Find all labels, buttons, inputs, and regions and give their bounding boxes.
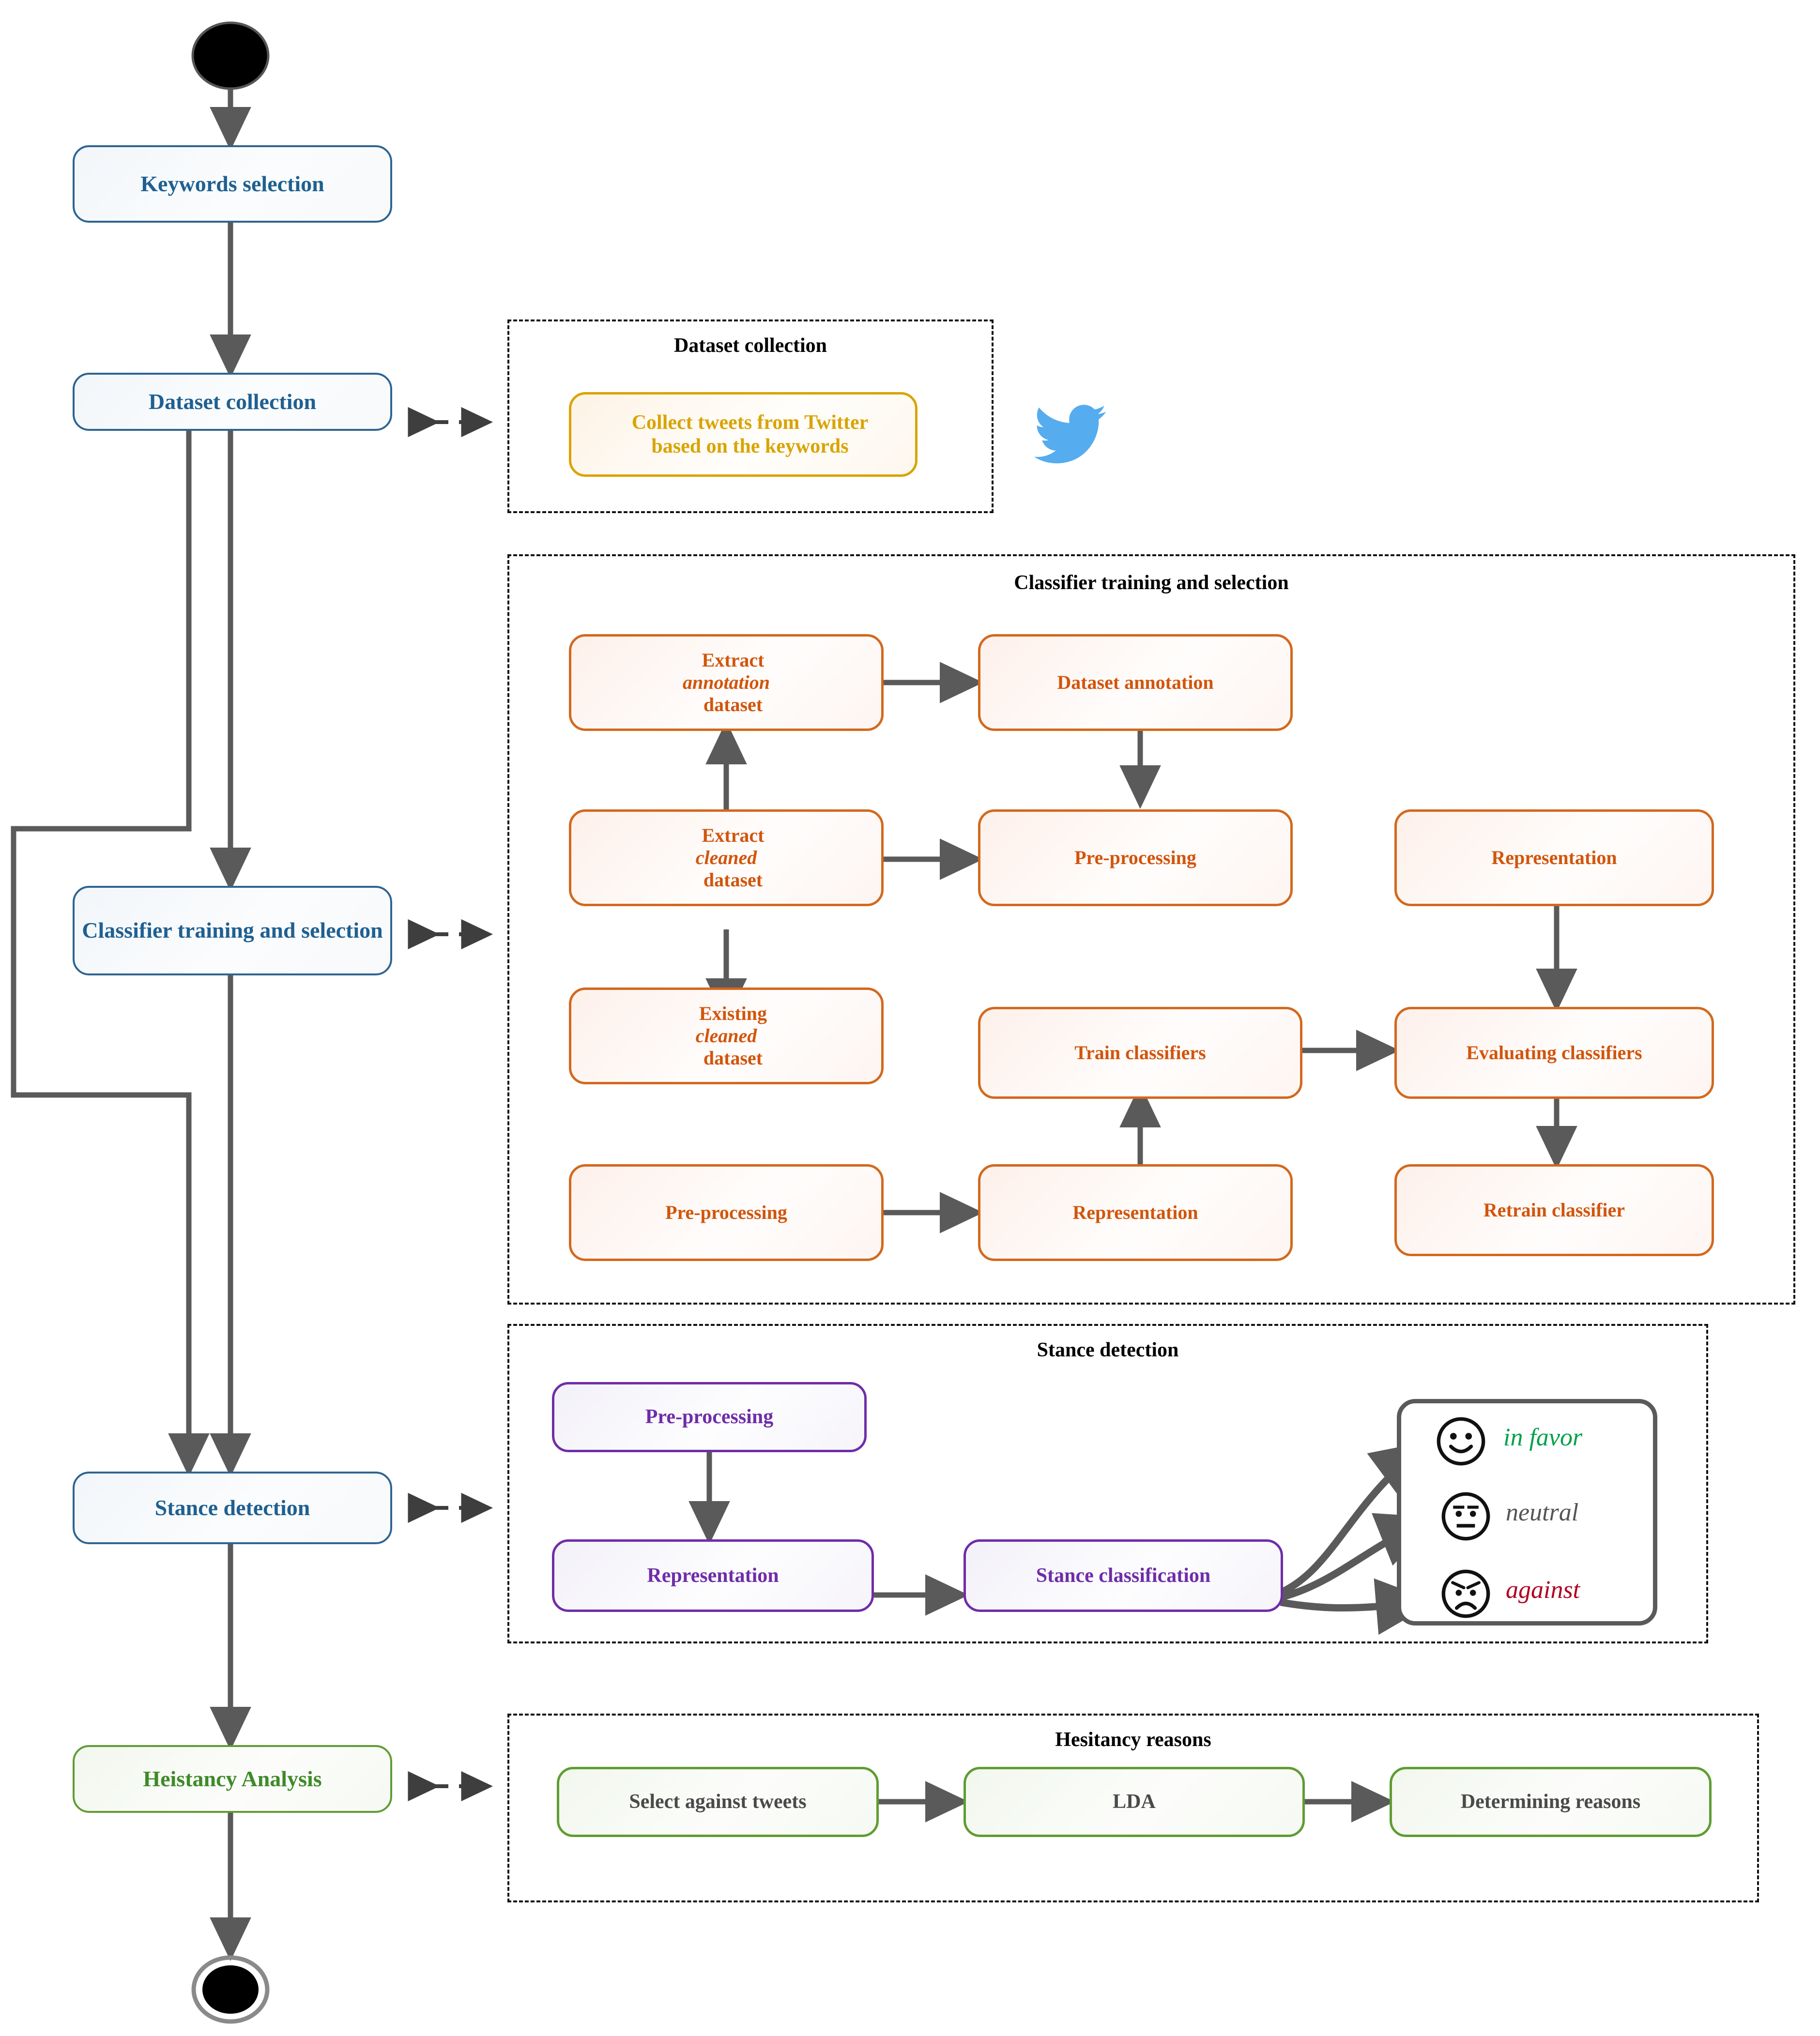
twitter-bird-icon (1034, 405, 1106, 464)
node-select-against-tweets[interactable]: Select against tweets (557, 1767, 879, 1837)
node-lda[interactable]: LDA (964, 1767, 1305, 1837)
panel-stance-detection-title: Stance detection (1037, 1339, 1179, 1361)
node-retrain-classifier[interactable]: Retrain classifier (1394, 1164, 1714, 1256)
node-determining-reasons-label: Determining reasons (1460, 1791, 1641, 1813)
node-lda-label: LDA (1113, 1791, 1156, 1813)
activity-dataset-collection[interactable]: Dataset collection (73, 373, 392, 431)
node-pre-processing-bottom[interactable]: Pre-processing (569, 1164, 884, 1261)
outcome-label-in-favor: in favor (1503, 1424, 1583, 1451)
node-representation-top[interactable]: Representation (1394, 809, 1714, 906)
node-extract-cleaned-post: dataset (703, 869, 763, 891)
node-extract-cleaned-dataset[interactable]: Extract cleaned dataset (569, 809, 884, 906)
final-state-node (202, 1965, 259, 2014)
activity-classifier-training-and-selection[interactable]: Classifier training and selection (73, 886, 392, 975)
activity-heistancy-analysis[interactable]: Heistancy Analysis (73, 1745, 392, 1813)
node-train-classifiers-label: Train classifiers (1074, 1042, 1206, 1064)
node-dataset-annotation-label: Dataset annotation (1057, 671, 1214, 693)
activity-stance-detection[interactable]: Stance detection (73, 1472, 392, 1544)
node-pre-processing-top[interactable]: Pre-processing (978, 809, 1293, 906)
initial-state-node (191, 21, 270, 90)
frowning-face-icon (1441, 1569, 1490, 1618)
panel-classifier-training-title: Classifier training and selection (1014, 572, 1289, 594)
node-stance-representation[interactable]: Representation (552, 1539, 874, 1612)
node-extract-cleaned-prefix: Extract (702, 824, 765, 846)
node-retrain-classifier-label: Retrain classifier (1483, 1199, 1625, 1221)
neutral-face-icon (1441, 1492, 1490, 1541)
node-stance-pre-processing-label: Pre-processing (645, 1406, 774, 1428)
node-pre-processing-bottom-label: Pre-processing (665, 1201, 787, 1223)
node-collect-tweets-line2: based on the keywords (651, 435, 849, 457)
node-existing-cleaned-post: dataset (703, 1047, 763, 1069)
node-collect-tweets-line1: Collect tweets from Twitter (631, 411, 869, 434)
node-extract-cleaned-emph: cleaned (695, 847, 757, 868)
node-evaluating-classifiers-label: Evaluating classifiers (1466, 1042, 1642, 1064)
node-dataset-annotation[interactable]: Dataset annotation (978, 634, 1293, 731)
node-stance-representation-label: Representation (647, 1564, 779, 1587)
node-representation-top-label: Representation (1491, 847, 1617, 868)
activity-dataset-collection-label: Dataset collection (148, 389, 317, 414)
activity-keywords-selection[interactable]: Keywords selection (73, 145, 392, 223)
node-existing-cleaned-prefix: Existing (699, 1003, 767, 1024)
activity-classifier-training-label: Classifier training and selection (82, 918, 383, 943)
panel-dataset-collection-title: Dataset collection (673, 334, 827, 357)
node-stance-classification-label: Stance classification (1036, 1564, 1211, 1587)
node-extract-annotation-dataset[interactable]: Extract annotation dataset (569, 634, 884, 731)
node-existing-cleaned-emph: cleaned (695, 1025, 757, 1047)
panel-hesitancy-reasons-title: Hesitancy reasons (1055, 1729, 1211, 1751)
activity-heistancy-analysis-label: Heistancy Analysis (143, 1766, 322, 1791)
node-extract-annotation-line2: dataset (703, 694, 763, 715)
node-evaluating-classifiers[interactable]: Evaluating classifiers (1394, 1007, 1714, 1099)
activity-diagram-canvas: Keywords selection Dataset collection Cl… (0, 0, 1820, 2036)
node-existing-cleaned-dataset[interactable]: Existing cleaned dataset (569, 988, 884, 1084)
outcome-label-against: against (1506, 1576, 1580, 1604)
activity-keywords-selection-label: Keywords selection (140, 171, 324, 196)
node-extract-annotation-prefix: Extract (702, 649, 765, 671)
node-representation-bottom[interactable]: Representation (978, 1164, 1293, 1261)
node-stance-classification[interactable]: Stance classification (964, 1539, 1283, 1612)
node-train-classifiers[interactable]: Train classifiers (978, 1007, 1302, 1099)
node-representation-bottom-label: Representation (1072, 1201, 1198, 1223)
node-stance-pre-processing[interactable]: Pre-processing (552, 1382, 867, 1452)
smiley-face-icon (1437, 1417, 1485, 1466)
activity-stance-detection-label: Stance detection (154, 1495, 310, 1520)
outcome-label-neutral: neutral (1506, 1499, 1579, 1526)
node-extract-annotation-emph: annotation (682, 671, 770, 693)
node-determining-reasons[interactable]: Determining reasons (1390, 1767, 1712, 1837)
node-pre-processing-top-label: Pre-processing (1074, 847, 1196, 868)
node-select-against-tweets-label: Select against tweets (629, 1791, 807, 1813)
node-collect-tweets[interactable]: Collect tweets from Twitter based on the… (569, 392, 918, 477)
